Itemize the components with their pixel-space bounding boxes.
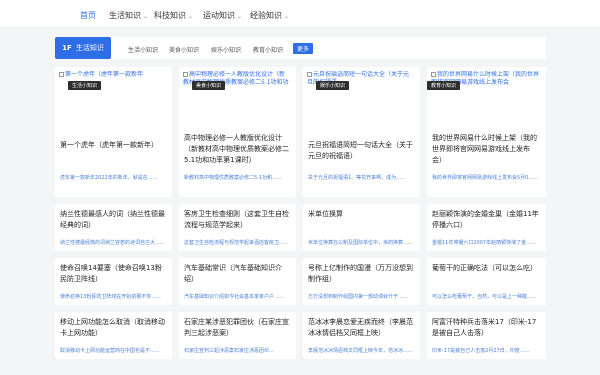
- article-title[interactable]: 石家庄某涉恶犯罪团伙（石家庄宣判三起涉恶案）: [184, 317, 290, 339]
- top-nav: 首页 生活知识 ⌄ 科技知识 ⌄ 运动知识 ⌄ 经验知识 ⌄: [0, 0, 600, 28]
- article-card[interactable]: 客房卫生检查细则（这套卫生自检流程与规范学起来） 这套卫生自检流程与规范学起来酒…: [179, 204, 296, 251]
- broken-image-icon: [307, 72, 312, 77]
- chevron-down-icon: ⌄: [284, 13, 290, 20]
- article-card[interactable]: 葡萄干的正确吃法（可以怎么吃） 可以怎么吃葡萄干，当然，可以是上一种酸.....…: [427, 258, 546, 305]
- article-card[interactable]: 纳兰性德最感人的词（纳兰性德最经典的词） 纳兰性德最经典的词纳兰容若的诗词自古大…: [55, 204, 172, 251]
- nav-item-label: 科技知识: [154, 11, 186, 20]
- article-title[interactable]: 元旦祝福语简短一句话大全（关于元旦的祝福语）: [308, 140, 414, 162]
- article-title[interactable]: 汽车基础常识（汽车基础知识介绍）: [184, 263, 290, 285]
- category-active-label: 生活知识: [75, 44, 104, 52]
- category-active-button[interactable]: 1F 生活知识: [55, 37, 111, 59]
- article-card[interactable]: 范冰冰李晨恋爱无疾而终（李晨范冰冰情侣档又同框上映） 李晨范冰冰情侣档又同框上映…: [303, 312, 420, 359]
- article-title[interactable]: 高中物理必修一人教版优化设计（新教材高中物理优质教案必修二5.1功和功率第1课时…: [184, 133, 290, 166]
- article-card[interactable]: 汽车基础常识（汽车基础知识介绍） 汽车基础知识介绍如今社会基本家家户户.....…: [179, 258, 296, 305]
- article-card[interactable]: 移动上网功能怎么取消（取消移动卡上网功能） 取消移动卡上网功能运营商在中国也是不…: [55, 312, 172, 359]
- article-desc: 李晨范冰冰情侣档又同框上映今年，范冰冰......: [308, 348, 413, 354]
- article-desc: 印米-17是被自己人击落2月27日，印度......: [432, 348, 530, 354]
- broken-image-icon: [183, 72, 188, 77]
- article-desc: 可以怎么吃葡萄干，当然，可以是上一种酸......: [432, 294, 537, 300]
- article-card[interactable]: 高中物理必修一人教版优化设计（新教材高中物理优质教案必修二5.1功和功率第1课时…: [179, 67, 296, 197]
- article-title[interactable]: 赵丽颖饰演的金婚金巢（金婚11年停播六口）: [432, 209, 540, 231]
- category-badge: 娱乐小知识: [316, 81, 350, 90]
- article-title[interactable]: 米单位换算: [308, 209, 414, 220]
- nav-item-life[interactable]: 生活知识 ⌄: [109, 10, 148, 21]
- nav-item-home[interactable]: 首页: [80, 10, 96, 21]
- broken-image-icon: [431, 72, 436, 77]
- article-desc: 虎年第一款新年2022年的新年，就是在......: [60, 175, 158, 181]
- article-card[interactable]: 我的世界网易什么时候上架（我的世界即将官网网易游戏线上发布会 教育小知识 我的世…: [427, 67, 546, 197]
- article-card[interactable]: 阿富汗特种兵击落米17（印米-17是被自己人击落） 印米-17是被自己人击落2月…: [427, 312, 546, 359]
- article-desc: 关于元旦的祝福语1、等花开来啊，成为......: [308, 175, 406, 181]
- article-desc: 我的世界即将官网网易游戏线上发布会5月0......: [432, 175, 538, 181]
- chevron-down-icon: ⌄: [143, 13, 149, 20]
- article-desc: 这套卫生自检流程与规范学起来酒店客房卫......: [184, 240, 289, 246]
- category-bar: 1F 生活知识 生活小知识 美食小知识 娱乐小知识 教育小知识 更多: [55, 37, 546, 59]
- chevron-down-icon: ⌄: [237, 13, 243, 20]
- article-desc: 取消移动卡上网功能运营商在中国也是不......: [60, 348, 160, 354]
- article-desc: 米单位换算在公制及国际单位中，米的换算......: [308, 240, 413, 246]
- category-badge: 教育小知识: [427, 81, 461, 90]
- article-title[interactable]: 阿富汗特种兵击落米17（印米-17是被自己人击落）: [432, 317, 540, 339]
- article-desc: 纳兰性德最经典的词纳兰容若的诗词自古大......: [60, 240, 165, 246]
- article-card[interactable]: 赵丽颖饰演的金婚金巢（金婚11年停播六口） 金婚11年停播六口2007年赵丽颖饰…: [427, 204, 546, 251]
- article-card[interactable]: 第一个虎年（虎年第一款新年 生活小知识 第一个虎年（虎年第一款新年） 虎年第一款…: [55, 67, 172, 197]
- broken-image-icon: [59, 72, 64, 77]
- article-title[interactable]: 我的世界网易什么时候上架（我的世界即将官网网易游戏线上发布会）: [432, 133, 540, 166]
- nav-item-experience[interactable]: 经验知识 ⌄: [250, 10, 289, 21]
- category-link[interactable]: 生活小知识: [128, 45, 158, 54]
- article-desc: 新教材高中物理优质教案必修二5.1功和......: [184, 175, 282, 181]
- article-card[interactable]: 号称上亿制作的国漫（万万没想到制作组） 万万没想到制作组国内第一部动漫就什干..…: [303, 258, 420, 305]
- article-desc: 万万没想到制作组国内第一部动漫就什干......: [308, 294, 408, 300]
- article-title[interactable]: 号称上亿制作的国漫（万万没想到制作组）: [308, 263, 414, 285]
- chevron-down-icon: ⌄: [188, 13, 194, 20]
- nav-item-label: 运动知识: [203, 11, 235, 20]
- category-link[interactable]: 娱乐小知识: [211, 45, 241, 54]
- article-title[interactable]: 移动上网功能怎么取消（取消移动卡上网功能）: [60, 317, 166, 339]
- article-card[interactable]: 元旦祝福语简短一句话大全（关于元旦的祝福语 娱乐小知识 元旦祝福语简短一句话大全…: [303, 67, 420, 197]
- article-desc: 使命召唤13粉民防卫阵线在开始前那不你......: [60, 294, 161, 300]
- article-title[interactable]: 使命召唤14要塞（使命召唤13粉民防卫阵线）: [60, 263, 166, 285]
- category-link[interactable]: 美食小知识: [169, 45, 199, 54]
- nav-item-tech[interactable]: 科技知识 ⌄: [154, 10, 193, 21]
- article-title[interactable]: 纳兰性德最感人的词（纳兰性德最经典的词）: [60, 209, 166, 231]
- article-title[interactable]: 第一个虎年（虎年第一款新年）: [60, 140, 166, 151]
- article-title[interactable]: 葡萄干的正确吃法（可以怎么吃）: [432, 263, 540, 274]
- nav-item-label: 经验知识: [250, 11, 282, 20]
- article-title[interactable]: 客房卫生检查细则（这套卫生自检流程与规范学起来）: [184, 209, 290, 231]
- article-card[interactable]: 米单位换算 米单位换算在公制及国际单位中，米的换算......: [303, 204, 420, 251]
- category-link[interactable]: 教育小知识: [253, 45, 283, 54]
- article-desc: 金婚11年停播六口2007年赵丽颖饰演了金......: [432, 240, 536, 246]
- article-desc: 石家庄宣判三起涉恶案石家庄涉恶团伙...: [184, 348, 274, 354]
- image-alt-text: 第一个虎年（虎年第一款新年: [65, 71, 144, 78]
- category-badge: 生活小知识: [68, 81, 102, 90]
- category-badge: 美食小知识: [192, 81, 226, 90]
- category-icon: 1F: [62, 44, 72, 52]
- article-card[interactable]: 石家庄某涉恶犯罪团伙（石家庄宣判三起涉恶案） 石家庄宣判三起涉恶案石家庄涉恶团伙…: [179, 312, 296, 359]
- article-card[interactable]: 使命召唤14要塞（使命召唤13粉民防卫阵线） 使命召唤13粉民防卫阵线在开始前那…: [55, 258, 172, 305]
- nav-item-label: 生活知识: [109, 11, 141, 20]
- nav-item-label: 首页: [80, 11, 96, 20]
- more-button[interactable]: 更多: [293, 43, 314, 54]
- article-desc: 汽车基础知识介绍如今社会基本家家户户......: [184, 294, 284, 300]
- article-title[interactable]: 范冰冰李晨恋爱无疾而终（李晨范冰冰情侣档又同框上映）: [308, 317, 414, 339]
- nav-item-sports[interactable]: 运动知识 ⌄: [203, 10, 242, 21]
